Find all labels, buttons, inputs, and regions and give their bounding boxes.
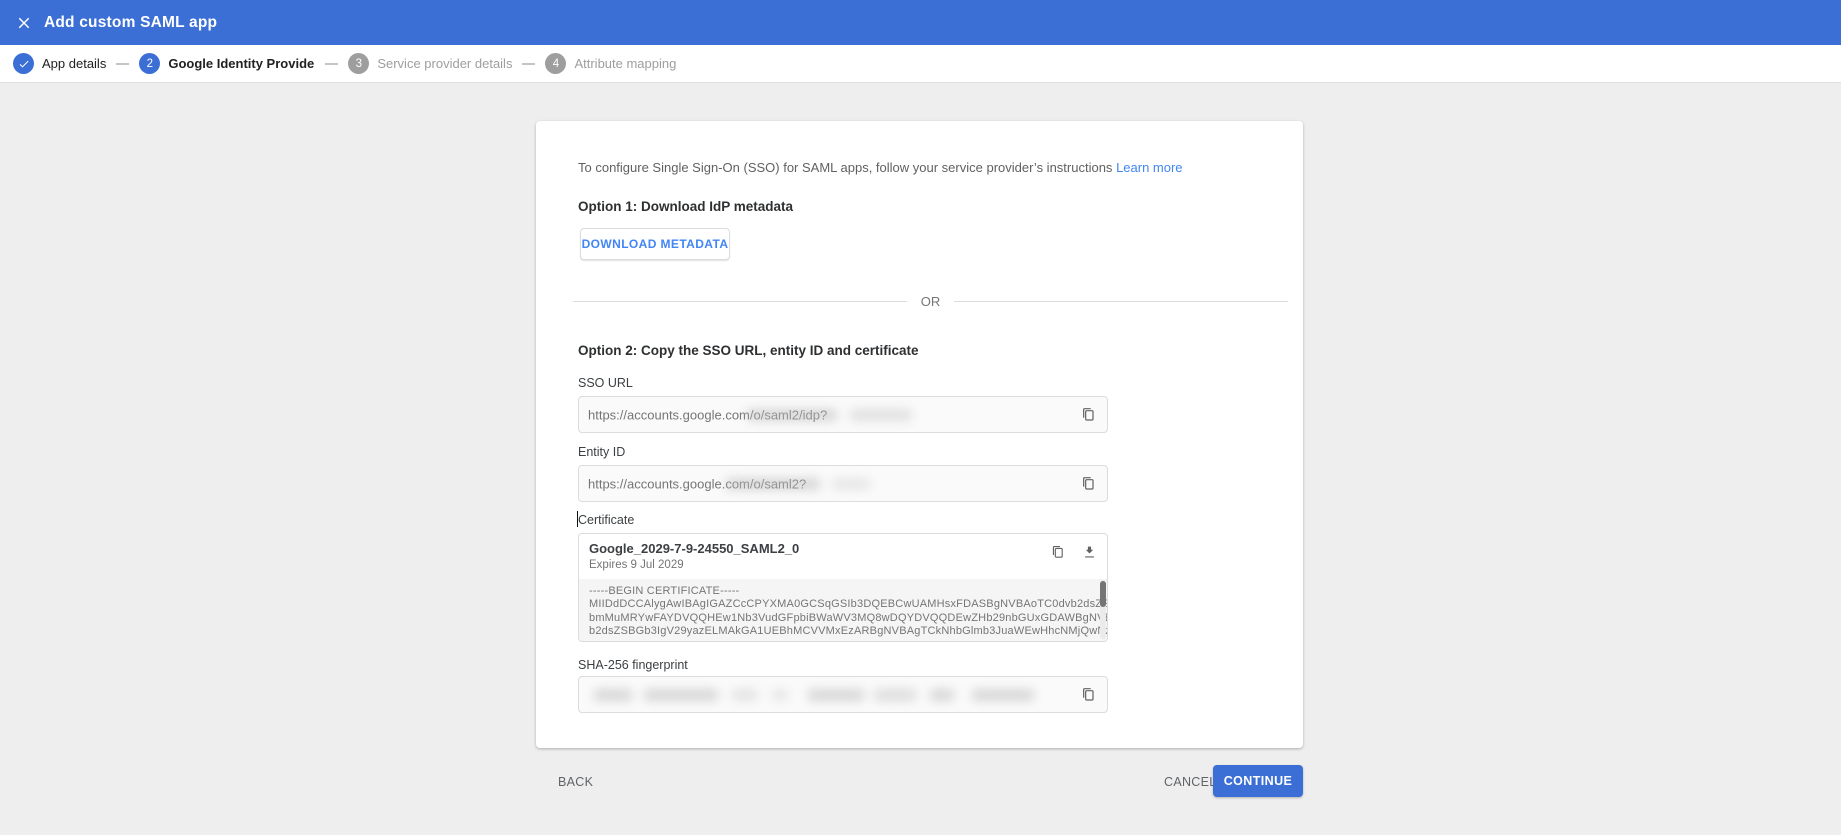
learn-more-link[interactable]: Learn more <box>1116 160 1182 175</box>
close-icon <box>15 14 33 32</box>
step-number-circle: 4 <box>545 53 567 74</box>
intro-sentence: To configure Single Sign-On (SSO) for SA… <box>578 160 1113 175</box>
step-number-circle: 3 <box>348 53 370 74</box>
entity-id-label: Entity ID <box>578 445 626 459</box>
certificate-label: Certificate <box>578 513 635 527</box>
redacted-text <box>746 408 838 421</box>
back-button[interactable]: BACK <box>546 766 605 798</box>
option2-heading: Option 2: Copy the SSO URL, entity ID an… <box>578 343 919 358</box>
copy-sso-url-button[interactable] <box>1078 405 1098 425</box>
idp-details-card: To configure Single Sign-On (SSO) for SA… <box>536 121 1303 748</box>
redacted-text <box>807 688 865 701</box>
copy-icon <box>1080 687 1096 703</box>
sso-url-label: SSO URL <box>578 376 633 390</box>
download-icon <box>1082 545 1097 560</box>
redacted-text <box>731 688 759 701</box>
step-attribute-mapping[interactable]: 4 Attribute mapping <box>545 53 676 74</box>
redacted-text <box>643 688 719 701</box>
certificate-body[interactable]: -----BEGIN CERTIFICATE----- MIIDdDCCAlyg… <box>579 579 1107 641</box>
download-certificate-button[interactable] <box>1079 542 1099 562</box>
or-label: OR <box>920 293 941 309</box>
step-app-details[interactable]: App details <box>13 53 106 74</box>
or-divider: OR <box>573 293 1288 309</box>
wizard-stepper: App details 2 Google Identity Provider d… <box>0 45 1841 83</box>
redacted-text <box>929 688 955 701</box>
redacted-text <box>873 688 917 701</box>
divider-line <box>954 300 1288 302</box>
certificate-expiry: Expires 9 Jul 2029 <box>589 559 684 571</box>
step-complete-circle <box>13 53 34 74</box>
continue-button[interactable]: CONTINUE <box>1213 765 1303 797</box>
divider-line <box>573 300 907 302</box>
redacted-text <box>831 477 871 490</box>
certificate-name: Google_2029-7-9-24550_SAML2_0 <box>589 541 800 556</box>
check-icon <box>18 58 30 70</box>
certificate-card: Google_2029-7-9-24550_SAML2_0 Expires 9 … <box>578 533 1108 642</box>
app-bar: Add custom SAML app <box>0 0 1841 45</box>
copy-icon <box>1080 476 1096 492</box>
step-label: Google Identity Provider details <box>168 56 316 71</box>
step-connector <box>116 62 130 65</box>
redacted-text <box>849 408 913 421</box>
step-label: Attribute mapping <box>574 56 677 71</box>
sha256-fingerprint-label: SHA-256 fingerprint <box>578 658 688 672</box>
intro-text: To configure Single Sign-On (SSO) for SA… <box>578 160 1183 175</box>
redacted-text <box>593 688 633 701</box>
dialog-title: Add custom SAML app <box>44 13 218 31</box>
copy-certificate-button[interactable] <box>1047 542 1067 562</box>
copy-icon <box>1050 545 1065 560</box>
step-connector <box>325 62 339 65</box>
redacted-text <box>771 688 789 701</box>
step-label: App details <box>42 56 107 71</box>
step-label: Service provider details <box>377 56 513 71</box>
option1-heading: Option 1: Download IdP metadata <box>578 199 794 214</box>
download-metadata-button[interactable]: DOWNLOAD METADATA <box>580 228 730 260</box>
certificate-scrollbar-thumb[interactable] <box>1100 581 1106 607</box>
redacted-text <box>725 477 821 490</box>
step-google-idp-details[interactable]: 2 Google Identity Provider details <box>139 53 315 74</box>
step-service-provider-details[interactable]: 3 Service provider details <box>348 53 512 74</box>
entity-id-field[interactable]: https://accounts.google.com/o/saml2? <box>578 465 1108 502</box>
sha256-fingerprint-field[interactable] <box>578 676 1108 713</box>
copy-entity-id-button[interactable] <box>1078 474 1098 494</box>
close-button[interactable] <box>14 13 34 33</box>
redacted-text <box>971 688 1035 701</box>
step-connector <box>522 62 536 65</box>
copy-sha256-button[interactable] <box>1078 685 1098 705</box>
sso-url-field[interactable]: https://accounts.google.com/o/saml2/idp? <box>578 396 1108 433</box>
copy-icon <box>1080 407 1096 423</box>
step-number-circle: 2 <box>139 53 161 74</box>
